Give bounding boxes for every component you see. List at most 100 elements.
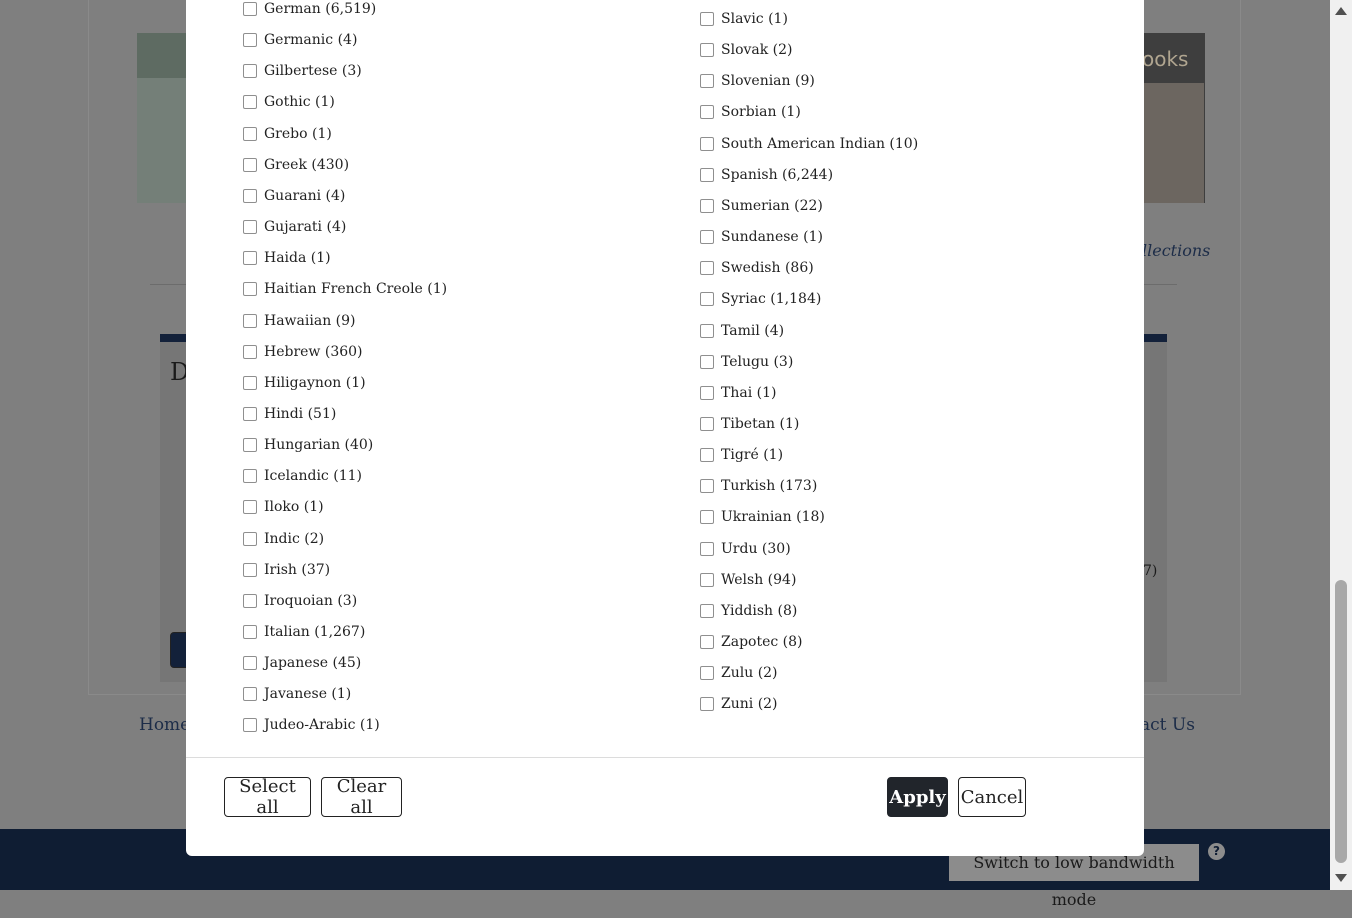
language-checkbox[interactable] <box>700 136 714 151</box>
language-option[interactable]: Zuni (2) <box>700 694 778 714</box>
language-option[interactable]: Hiligaynon (1) <box>243 373 366 393</box>
language-checkbox[interactable] <box>700 541 714 556</box>
language-checkbox[interactable] <box>243 33 257 48</box>
language-checkbox[interactable] <box>243 406 257 421</box>
language-checkbox[interactable] <box>700 43 714 58</box>
language-checkbox[interactable] <box>700 292 714 307</box>
language-option[interactable]: South American Indian (10) <box>700 134 918 154</box>
language-checkbox[interactable] <box>700 12 714 26</box>
language-checkbox[interactable] <box>700 479 714 494</box>
scroll-down-arrow-icon[interactable] <box>1335 874 1347 882</box>
language-option[interactable]: Ukrainian (18) <box>700 507 825 527</box>
language-option[interactable]: Irish (37) <box>243 560 330 580</box>
language-checkbox[interactable] <box>243 282 257 297</box>
clear-all-button[interactable]: Clear all <box>321 776 402 818</box>
language-checkbox[interactable] <box>243 718 257 733</box>
language-checkbox[interactable] <box>243 687 257 702</box>
language-option[interactable]: Grebo (1) <box>243 124 332 144</box>
language-checkbox[interactable] <box>700 572 714 587</box>
language-option[interactable]: Swedish (86) <box>700 258 814 278</box>
language-option[interactable]: Haida (1) <box>243 248 331 268</box>
language-checkbox[interactable] <box>700 697 714 712</box>
language-option[interactable]: Turkish (173) <box>700 476 817 496</box>
language-checkbox[interactable] <box>700 603 714 618</box>
language-checkbox[interactable] <box>700 74 714 89</box>
language-option[interactable]: Sundanese (1) <box>700 227 823 247</box>
language-checkbox[interactable] <box>700 666 714 681</box>
language-option[interactable]: Tibetan (1) <box>700 414 799 434</box>
language-option[interactable]: Thai (1) <box>700 383 776 403</box>
language-option[interactable]: Tigré (1) <box>700 445 783 465</box>
language-option[interactable]: Iroquoian (3) <box>243 591 357 611</box>
language-checkbox[interactable] <box>243 469 257 484</box>
language-option[interactable]: Hawaiian (9) <box>243 311 356 331</box>
language-option[interactable]: Sorbian (1) <box>700 102 801 122</box>
language-option[interactable]: Hungarian (40) <box>243 435 373 455</box>
language-checkbox[interactable] <box>700 198 714 213</box>
language-option[interactable]: Judeo-Arabic (1) <box>243 715 380 735</box>
language-option[interactable]: Slovak (2) <box>700 40 793 60</box>
language-checkbox[interactable] <box>243 625 257 639</box>
language-checkbox[interactable] <box>243 157 257 172</box>
language-option[interactable]: Tamil (4) <box>700 321 784 341</box>
language-checkbox[interactable] <box>243 500 257 515</box>
language-option[interactable]: Italian (1,267) <box>243 622 365 642</box>
page-scrollbar[interactable] <box>1330 0 1352 890</box>
language-option[interactable]: Greek (430) <box>243 155 349 175</box>
language-checkbox[interactable] <box>700 354 714 369</box>
language-checkbox[interactable] <box>700 323 714 338</box>
language-option[interactable]: Indic (2) <box>243 529 324 549</box>
language-option[interactable]: Javanese (1) <box>243 684 351 704</box>
language-checkbox[interactable] <box>700 416 714 431</box>
cancel-button[interactable]: Cancel <box>958 777 1026 817</box>
language-option[interactable]: Hebrew (360) <box>243 342 363 362</box>
language-checkbox[interactable] <box>700 167 714 182</box>
select-all-button[interactable]: Select all <box>224 776 311 818</box>
language-checkbox[interactable] <box>243 656 257 671</box>
language-checkbox[interactable] <box>243 375 257 390</box>
language-checkbox[interactable] <box>243 251 257 266</box>
language-checkbox[interactable] <box>700 635 714 649</box>
apply-button[interactable]: Apply <box>887 777 948 817</box>
language-option[interactable]: Welsh (94) <box>700 570 796 590</box>
scrollbar-thumb[interactable] <box>1335 580 1347 863</box>
language-checkbox[interactable] <box>700 510 714 525</box>
language-option[interactable]: Slovenian (9) <box>700 71 815 91</box>
language-option[interactable]: Hindi (51) <box>243 404 336 424</box>
language-checkbox[interactable] <box>700 230 714 245</box>
language-option[interactable]: Spanish (6,244) <box>700 165 833 185</box>
language-option[interactable]: Syriac (1,184) <box>700 289 821 309</box>
language-option[interactable]: Icelandic (11) <box>243 466 362 486</box>
language-option[interactable]: Zulu (2) <box>700 663 778 683</box>
language-checkbox[interactable] <box>243 344 257 359</box>
language-checkbox[interactable] <box>700 385 714 400</box>
language-checkbox[interactable] <box>243 220 257 235</box>
language-checkbox[interactable] <box>243 438 257 453</box>
language-checkbox[interactable] <box>243 531 257 546</box>
language-option[interactable]: Germanic (4) <box>243 30 357 50</box>
language-checkbox[interactable] <box>243 2 257 16</box>
language-option[interactable]: Zapotec (8) <box>700 632 803 652</box>
language-checkbox[interactable] <box>243 313 257 328</box>
language-checkbox[interactable] <box>700 448 714 463</box>
language-checkbox[interactable] <box>243 95 257 110</box>
language-option[interactable]: Gothic (1) <box>243 92 335 112</box>
language-option[interactable]: Urdu (30) <box>700 539 791 559</box>
language-option[interactable]: German (6,519) <box>243 0 376 19</box>
language-option[interactable]: Iloko (1) <box>243 497 324 517</box>
language-option[interactable]: Haitian French Creole (1) <box>243 279 447 299</box>
scroll-up-arrow-icon[interactable] <box>1335 7 1347 15</box>
language-checkbox[interactable] <box>243 126 257 141</box>
language-checkbox[interactable] <box>243 64 257 79</box>
language-option[interactable]: Guarani (4) <box>243 186 345 206</box>
language-checkbox[interactable] <box>700 261 714 276</box>
language-option[interactable]: Telugu (3) <box>700 352 793 372</box>
language-option[interactable]: Slavic (1) <box>700 9 788 29</box>
language-checkbox[interactable] <box>243 562 257 577</box>
language-checkbox[interactable] <box>700 105 714 120</box>
language-option[interactable]: Yiddish (8) <box>700 601 797 621</box>
language-option[interactable]: Gujarati (4) <box>243 217 346 237</box>
language-checkbox[interactable] <box>243 593 257 608</box>
language-option[interactable]: Japanese (45) <box>243 653 361 673</box>
language-checkbox[interactable] <box>243 188 257 203</box>
